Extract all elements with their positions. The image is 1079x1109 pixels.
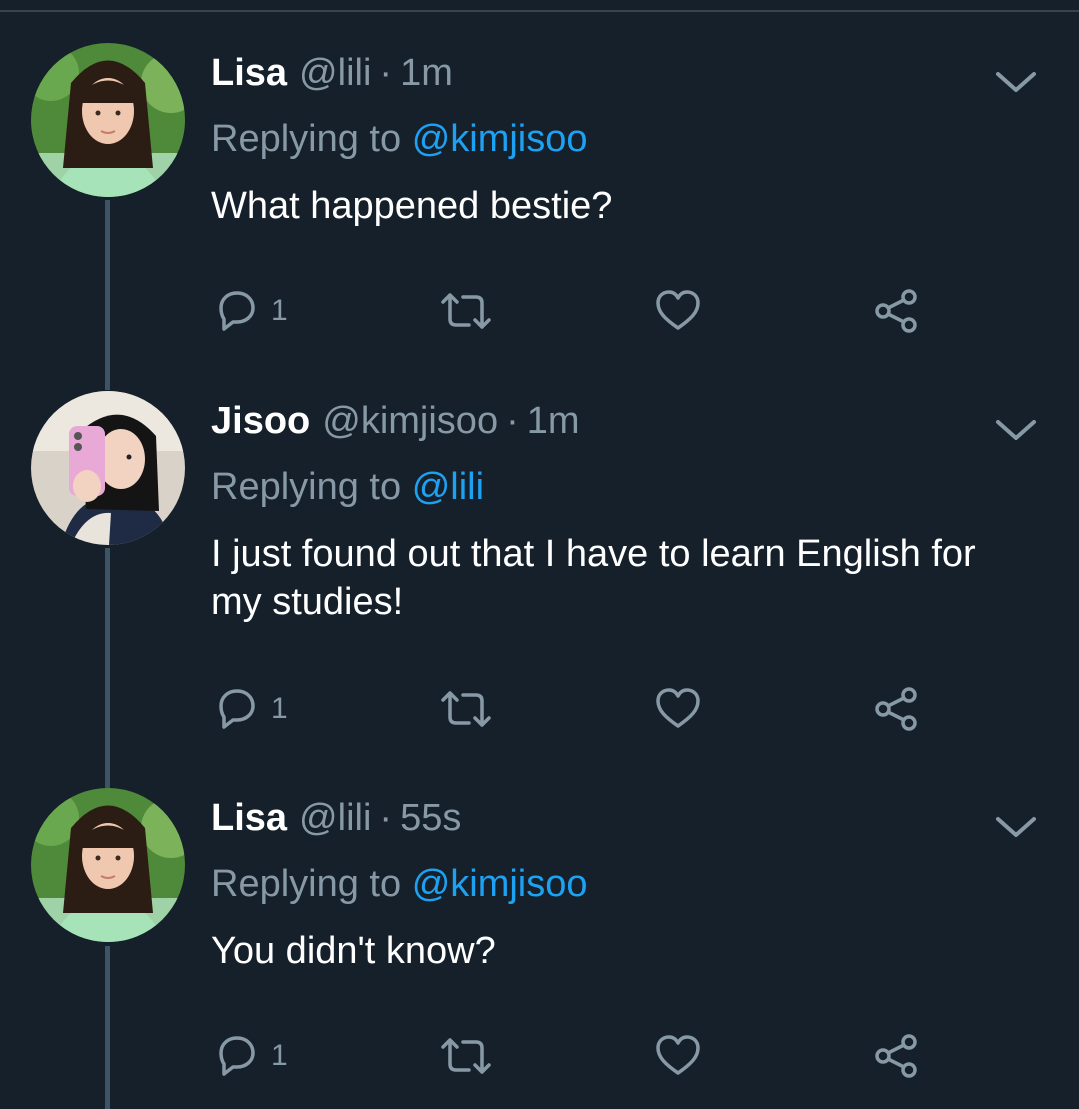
timestamp[interactable]: 55s — [400, 797, 461, 840]
retweet-icon — [441, 293, 491, 329]
timestamp[interactable]: 1m — [400, 52, 453, 95]
heart-icon — [656, 290, 700, 330]
replying-to-mention[interactable]: @kimjisoo — [412, 863, 588, 905]
like-button[interactable] — [653, 286, 703, 336]
replying-to-label: Replying to — [211, 863, 402, 905]
thread-connector — [105, 946, 110, 1109]
retweet-icon — [441, 1038, 491, 1074]
chevron-down-icon — [996, 817, 1036, 837]
share-icon — [875, 1034, 917, 1078]
retweet-button[interactable] — [439, 1031, 493, 1081]
reply-count: 1 — [271, 1039, 288, 1072]
tweet-text: You didn't know? — [211, 930, 496, 972]
author-handle[interactable]: @lili — [299, 797, 371, 840]
tweet-text: I just found out that I have to learn En… — [211, 533, 976, 623]
chevron-down-icon — [996, 420, 1036, 440]
author-handle[interactable]: @kimjisoo — [322, 400, 498, 443]
replying-to-line: Replying to @lili — [211, 466, 484, 509]
avatar[interactable] — [31, 788, 185, 942]
retweet-button[interactable] — [439, 286, 493, 336]
like-button[interactable] — [653, 1031, 703, 1081]
reply-button[interactable]: 1 — [211, 1031, 288, 1081]
reply-count: 1 — [271, 294, 288, 327]
heart-icon — [656, 688, 700, 728]
replying-to-mention[interactable]: @lili — [412, 466, 484, 508]
replying-to-label: Replying to — [211, 466, 402, 508]
separator-dot: · — [379, 797, 393, 839]
share-icon — [875, 289, 917, 333]
more-options-button[interactable] — [992, 66, 1040, 98]
share-button[interactable] — [871, 286, 921, 336]
tweet-header: Jisoo @kimjisoo · 1m — [211, 400, 580, 456]
replying-to-line: Replying to @kimjisoo — [211, 118, 588, 161]
tweet-text: What happened bestie? — [211, 185, 613, 227]
avatar[interactable] — [31, 43, 185, 197]
separator-dot: · — [506, 400, 519, 442]
reply-button[interactable]: 1 — [211, 286, 288, 336]
tweet-actions: 1 — [211, 684, 931, 734]
chevron-down-icon — [996, 72, 1036, 92]
reply-icon — [219, 689, 255, 729]
reply-icon — [219, 1036, 255, 1076]
thread-connector — [105, 548, 110, 788]
share-button[interactable] — [871, 684, 921, 734]
tweet-header: Lisa @lili · 55s — [211, 797, 461, 853]
more-options-button[interactable] — [992, 414, 1040, 446]
share-button[interactable] — [871, 1031, 921, 1081]
replying-to-label: Replying to — [211, 118, 402, 160]
tweet-header: Lisa @lili · 1m — [211, 52, 453, 108]
reply-count: 1 — [271, 692, 288, 725]
thread-connector — [105, 200, 110, 390]
avatar[interactable] — [31, 391, 185, 545]
replying-to-line: Replying to @kimjisoo — [211, 863, 588, 906]
reply-icon — [219, 291, 255, 331]
author-name[interactable]: Lisa — [211, 797, 287, 840]
tweet-actions: 1 — [211, 286, 931, 336]
author-handle[interactable]: @lili — [299, 52, 371, 95]
top-divider — [0, 10, 1079, 12]
author-name[interactable]: Jisoo — [211, 400, 310, 443]
like-button[interactable] — [653, 684, 703, 734]
heart-icon — [656, 1035, 700, 1075]
tweet-actions: 1 — [211, 1031, 931, 1081]
retweet-icon — [441, 691, 491, 727]
replying-to-mention[interactable]: @kimjisoo — [412, 118, 588, 160]
author-name[interactable]: Lisa — [211, 52, 287, 95]
timestamp[interactable]: 1m — [527, 400, 580, 443]
retweet-button[interactable] — [439, 684, 493, 734]
share-icon — [875, 687, 917, 731]
more-options-button[interactable] — [992, 811, 1040, 843]
separator-dot: · — [379, 52, 393, 94]
reply-button[interactable]: 1 — [211, 684, 288, 734]
